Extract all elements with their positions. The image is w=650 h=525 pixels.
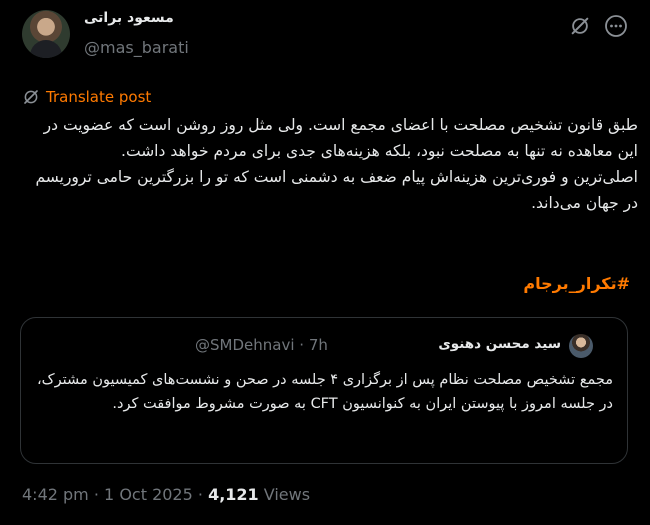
quoted-post-time[interactable]: 7h: [309, 336, 328, 354]
quoted-post-text: مجمع تشخیص مصلحت نظام پس از برگزاری ۴ جل…: [36, 372, 613, 412]
author-avatar[interactable]: [22, 10, 70, 58]
post-date[interactable]: 1 Oct 2025: [104, 485, 193, 504]
post-paragraph: طبق قانون تشخیص مصلحت با اعضای مجمع است.…: [43, 116, 638, 160]
more-options-icon[interactable]: [604, 14, 628, 38]
quoted-author-handle[interactable]: @SMDehnavi: [195, 336, 295, 354]
author-handle[interactable]: @mas_barati: [84, 38, 189, 57]
quoted-author-meta: @SMDehnavi · 7h: [195, 336, 328, 354]
post-time[interactable]: 4:42 pm: [22, 485, 89, 504]
footer-separator: ·: [197, 485, 203, 504]
translate-post-button[interactable]: Translate post: [22, 86, 151, 108]
meta-separator: ·: [299, 336, 305, 354]
post-footer: 4:42 pm · 1 Oct 2025 · 4,121 Views: [22, 485, 310, 504]
post-paragraph: اصلی‌ترین و فوری‌ترین هزینه‌اش پیام ضعف …: [35, 168, 638, 212]
post-text: طبق قانون تشخیص مصلحت با اعضای مجمع است.…: [22, 112, 638, 216]
hashtag-link[interactable]: #تکرار_برجام: [523, 274, 630, 293]
grok-icon[interactable]: [569, 15, 591, 37]
post-header: مسعود براتی @mas_barati: [0, 0, 650, 80]
author-display-name[interactable]: مسعود براتی: [84, 10, 284, 26]
views-count[interactable]: 4,121: [208, 485, 259, 504]
quoted-author-avatar[interactable]: [569, 334, 593, 358]
footer-separator: ·: [93, 485, 99, 504]
quoted-author-name[interactable]: سید محسن دهنوی: [438, 336, 561, 352]
quoted-post[interactable]: سید محسن دهنوی @SMDehnavi · 7h مجمع تشخی…: [20, 317, 628, 464]
translate-icon: [24, 90, 38, 104]
views-label: Views: [263, 485, 311, 504]
translate-post-label: Translate post: [46, 88, 152, 106]
